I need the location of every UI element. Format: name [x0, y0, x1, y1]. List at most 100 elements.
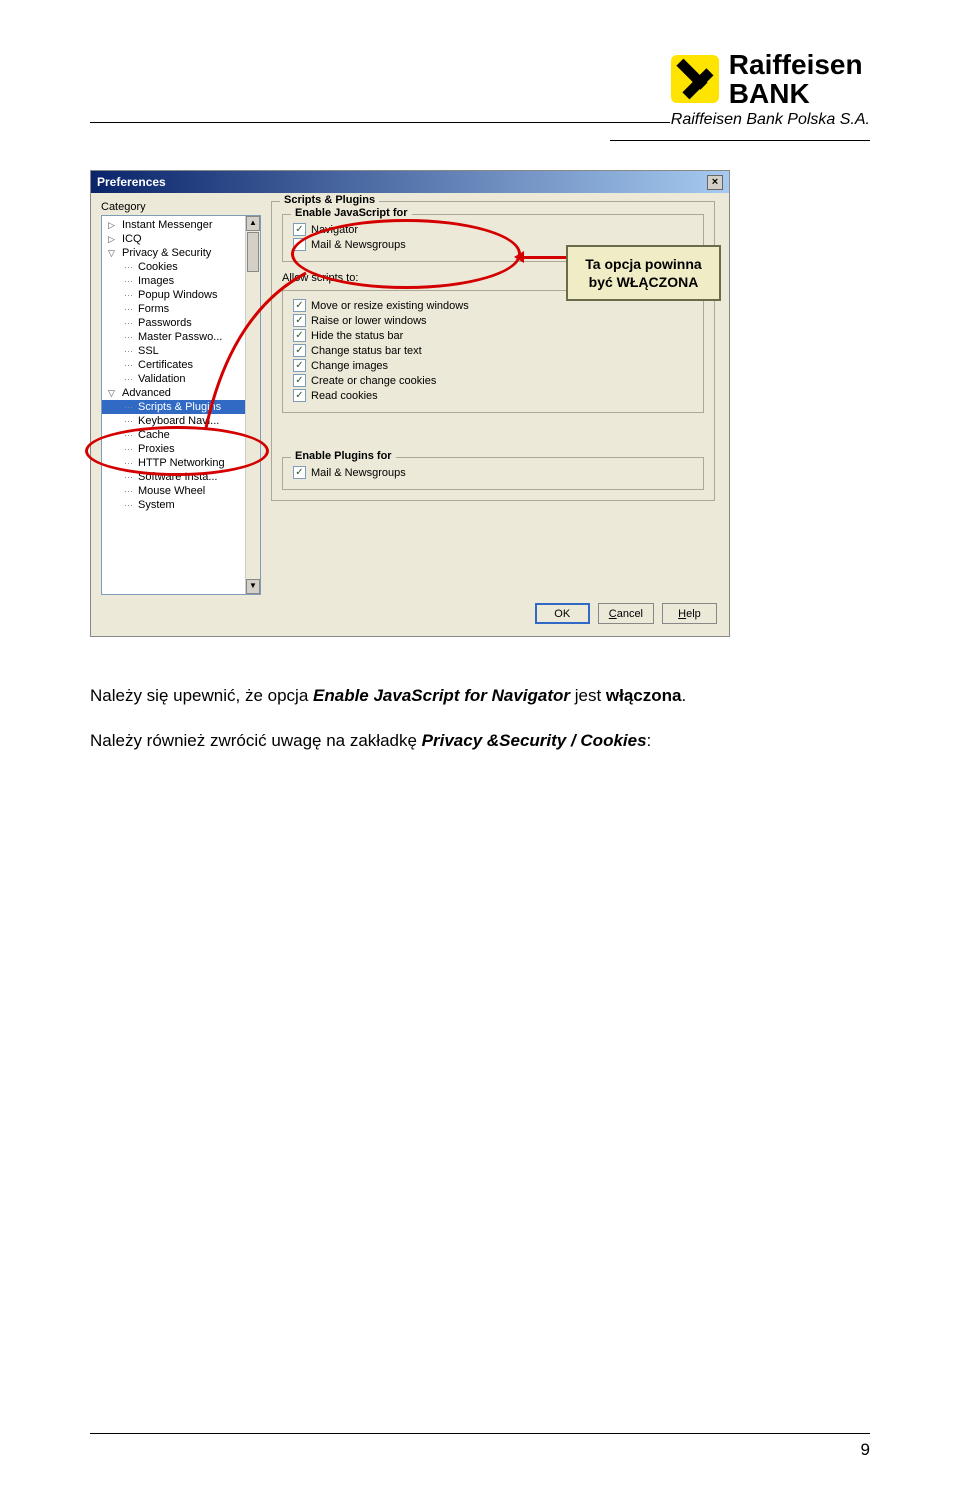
scroll-up-icon[interactable]: ▲	[246, 216, 260, 231]
p1-text-a: Należy się upewnić, że opcja	[90, 686, 313, 705]
checkbox-row[interactable]: ✓Read cookies	[293, 389, 693, 402]
tree-item-label: Master Passwo...	[138, 331, 222, 343]
page-header: Raiffeisen BANK Raiffeisen Bank Polska S…	[90, 50, 870, 140]
tree-item[interactable]: ⋯ Proxies	[102, 442, 260, 456]
allow-scripts-group: ✓ Move or resize existing windows ✓Raise o…	[282, 290, 704, 413]
tree-item-label: Software Insta...	[138, 471, 217, 483]
p1-text-c: jest	[570, 686, 606, 705]
checkbox-icon[interactable]	[293, 238, 306, 251]
cancel-button[interactable]: Cancel	[598, 603, 654, 624]
tree-item[interactable]: ▷Instant Messenger	[102, 218, 260, 232]
p1-text-e: .	[682, 686, 687, 705]
expander-icon[interactable]: ▽	[108, 248, 118, 259]
tree-item[interactable]: ⋯Popup Windows	[102, 288, 260, 302]
tree-branch-icon: ⋯	[124, 500, 133, 511]
help-button[interactable]: Help	[662, 603, 717, 624]
checkbox-label: Mail & Newsgroups	[311, 467, 406, 479]
footer-rule	[90, 1433, 870, 1434]
expander-icon[interactable]: ▷	[108, 234, 118, 245]
tree-item[interactable]: ⋯Certificates	[102, 358, 260, 372]
tree-scrollbar[interactable]: ▲ ▼	[245, 216, 260, 594]
tree-branch-icon: ⋯	[124, 318, 133, 329]
callout-arrow	[523, 256, 567, 259]
p1-text-d: włączona	[606, 686, 682, 705]
tree-item[interactable]: ⋯Forms	[102, 302, 260, 316]
tree-item[interactable]: ▽ Privacy & Security	[102, 246, 260, 260]
checkbox-icon[interactable]: ✓	[293, 374, 306, 387]
tree-item-label: Passwords	[138, 317, 192, 329]
checkbox-label: Change images	[311, 360, 388, 372]
close-button[interactable]: ×	[707, 175, 723, 190]
checkbox-label: Move or resize existing windows	[311, 300, 469, 312]
tree-item[interactable]: ⋯ Software Insta...	[102, 470, 260, 484]
tree-branch-icon: ⋯	[124, 486, 133, 497]
tree-item[interactable]: ⋯Master Passwo...	[102, 330, 260, 344]
p2-text-b: Privacy &Security / Cookies	[422, 731, 647, 750]
tree-item[interactable]: ⋯System	[102, 498, 260, 512]
p2-text-a: Należy również zwrócić uwagę na zakładkę	[90, 731, 422, 750]
tree-item-label: Scripts & Plugins	[138, 401, 221, 413]
scroll-down-icon[interactable]: ▼	[246, 579, 260, 594]
ok-button[interactable]: OK	[535, 603, 590, 624]
tree-item-label: Popup Windows	[138, 289, 218, 301]
tree-item[interactable]: ⋯Validation	[102, 372, 260, 386]
header-rule-2	[610, 140, 870, 141]
enable-js-legend: Enable JavaScript for	[291, 207, 412, 219]
checkbox-label: Navigator	[311, 224, 358, 236]
tree-item-label: SSL	[138, 345, 159, 357]
checkbox-row[interactable]: ✓ Navigator	[293, 223, 693, 236]
checkbox-row[interactable]: ✓ Mail & Newsgroups	[293, 466, 693, 479]
tree-item-label: Proxies	[138, 443, 175, 455]
tree-item[interactable]: ⋯HTTP Networking	[102, 456, 260, 470]
checkbox-row[interactable]: ✓Raise or lower windows	[293, 314, 693, 327]
tree-item-label: Keyboard Navi...	[138, 415, 219, 427]
tree-item[interactable]: ⋯Images	[102, 274, 260, 288]
dialog-footer: OK Cancel Help	[91, 595, 729, 636]
checkbox-icon[interactable]: ✓	[293, 223, 306, 236]
tree-item[interactable]: ▽Advanced	[102, 386, 260, 400]
tree-branch-icon: ⋯	[124, 346, 133, 357]
checkbox-icon[interactable]: ✓	[293, 329, 306, 342]
callout-line-1: Ta opcja powinna	[585, 256, 701, 272]
checkbox-icon[interactable]: ✓	[293, 314, 306, 327]
tree-item[interactable]: ⋯Cache	[102, 428, 260, 442]
tree-item-label: ICQ	[122, 233, 142, 245]
tree-item[interactable]: ⋯Mouse Wheel	[102, 484, 260, 498]
checkbox-label: Hide the status bar	[311, 330, 403, 342]
tree-item-label: Privacy & Security	[122, 247, 211, 259]
tree-branch-icon: ⋯	[124, 360, 133, 371]
enable-plugins-group: Enable Plugins for ✓Mail & Newsgroups	[282, 457, 704, 490]
tree-item-label: Cookies	[138, 261, 178, 273]
category-tree[interactable]: ▷Instant Messenger▷ICQ▽Privacy & Securit…	[101, 215, 261, 595]
checkbox-row[interactable]: ✓ Hide the status bar	[293, 329, 693, 342]
body-text: Należy się upewnić, że opcja Enable Java…	[90, 682, 870, 756]
tree-branch-icon: ⋯	[124, 472, 133, 483]
tree-item[interactable]: ⋯ SSL	[102, 344, 260, 358]
checkbox-icon[interactable]: ✓	[293, 344, 306, 357]
tree-item[interactable]: ⋯Keyboard Navi...	[102, 414, 260, 428]
tree-item[interactable]: ⋯ Scripts & Plugins	[102, 400, 260, 414]
expander-icon[interactable]: ▷	[108, 220, 118, 231]
dialog-titlebar: Preferences ×	[91, 171, 729, 193]
scroll-thumb[interactable]	[247, 232, 259, 272]
page-number: 9	[861, 1440, 870, 1460]
tree-branch-icon: ⋯	[124, 262, 133, 273]
p1-text-b: Enable JavaScript for Navigator	[313, 686, 570, 705]
checkbox-row[interactable]: ✓Change status bar text	[293, 344, 693, 357]
checkbox-row[interactable]: ✓Create or change cookies	[293, 374, 693, 387]
tree-item[interactable]: ⋯ Passwords	[102, 316, 260, 330]
checkbox-icon[interactable]: ✓	[293, 359, 306, 372]
checkbox-icon[interactable]: ✓	[293, 466, 306, 479]
tree-branch-icon: ⋯	[124, 402, 133, 413]
tree-item-label: HTTP Networking	[138, 457, 225, 469]
checkbox-icon[interactable]: ✓	[293, 299, 306, 312]
tree-item-label: Cache	[138, 429, 170, 441]
tree-item[interactable]: ▷ ICQ	[102, 232, 260, 246]
tree-item[interactable]: ⋯ Cookies	[102, 260, 260, 274]
tree-item-label: Validation	[138, 373, 186, 385]
checkbox-icon[interactable]: ✓	[293, 389, 306, 402]
checkbox-row[interactable]: ✓ Change images	[293, 359, 693, 372]
tree-branch-icon: ⋯	[124, 444, 133, 455]
expander-icon[interactable]: ▽	[108, 388, 118, 399]
raiffeisen-logo-icon	[671, 55, 719, 103]
